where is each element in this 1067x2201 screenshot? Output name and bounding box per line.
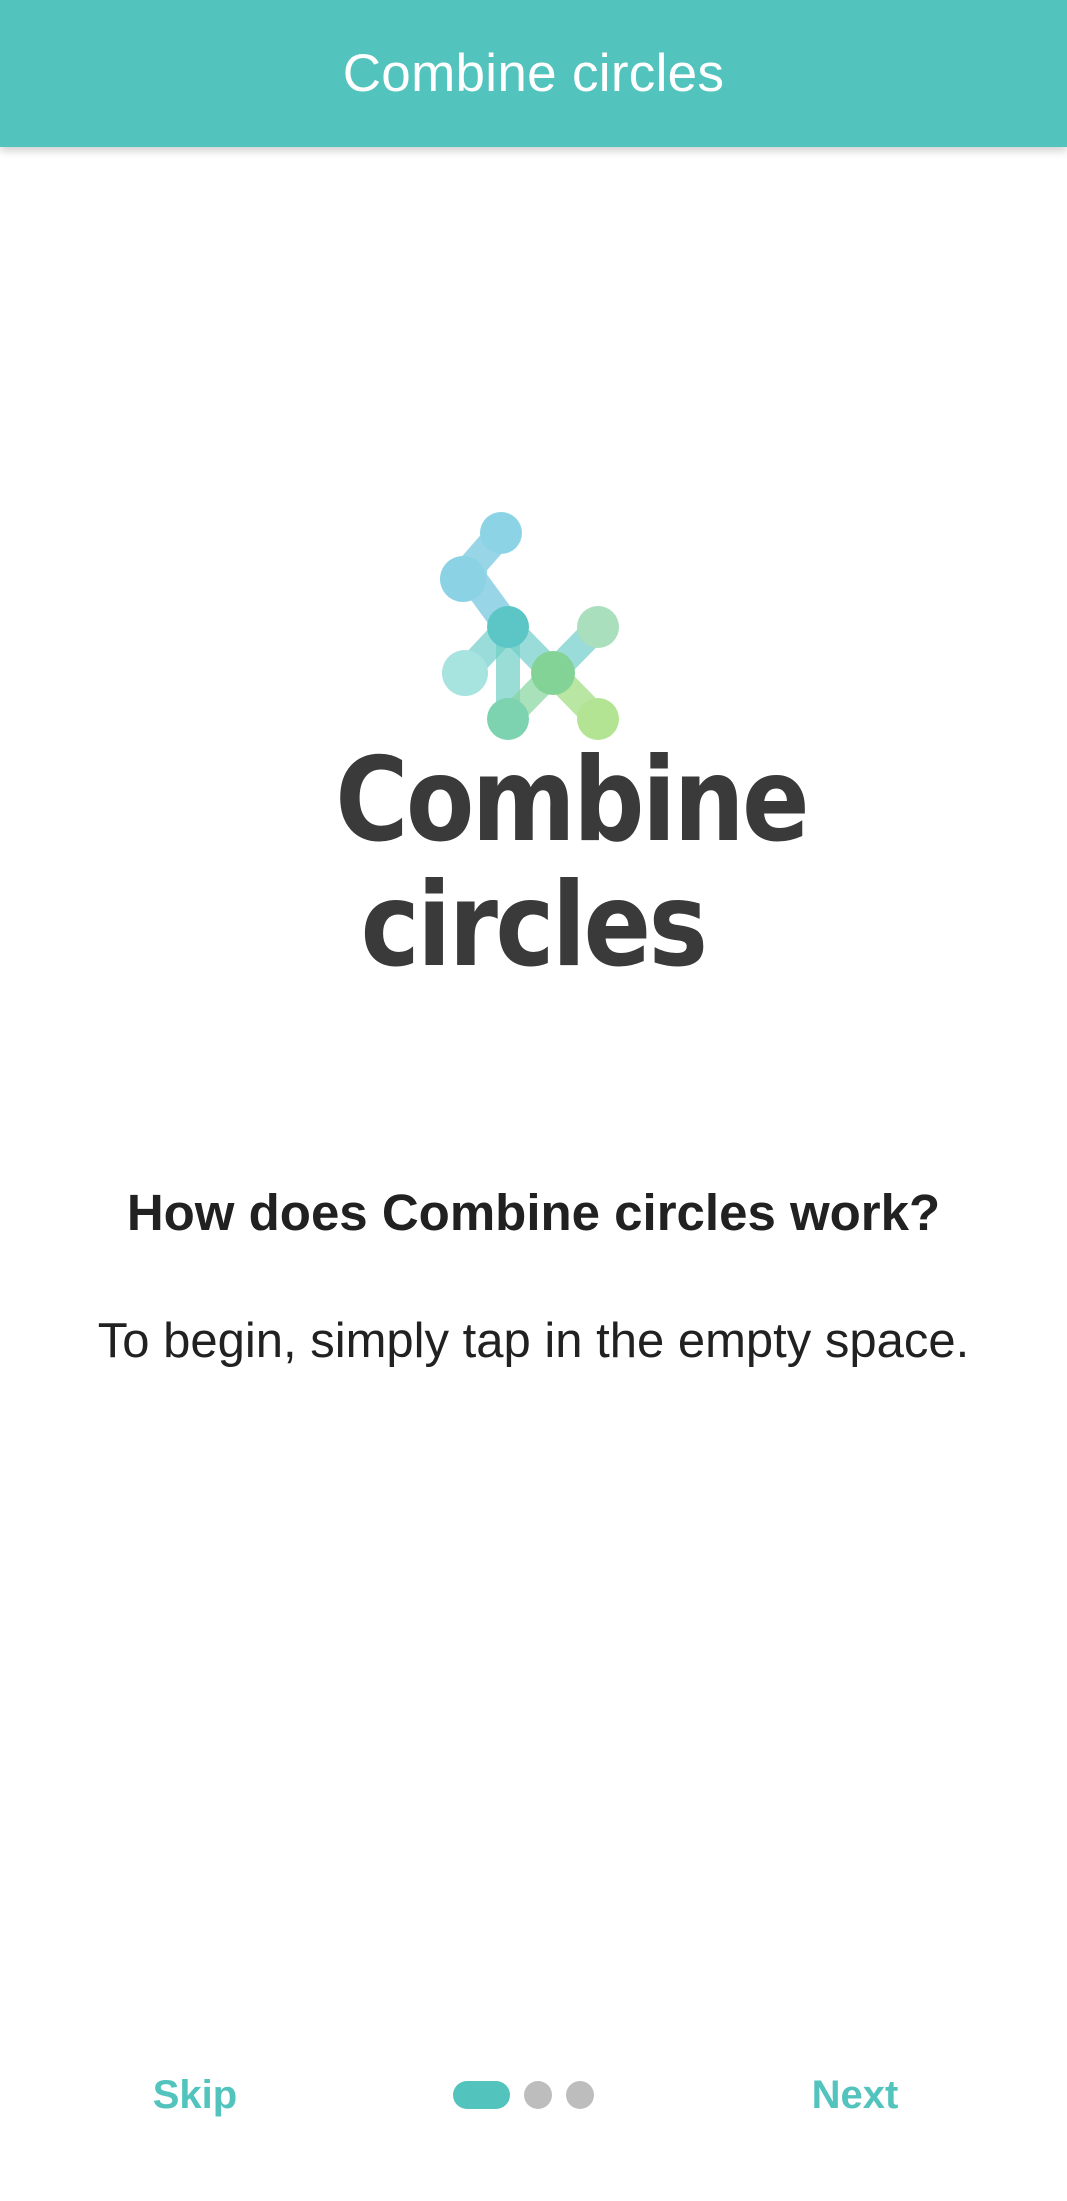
- page-dot: [566, 2081, 594, 2109]
- app-bar: Combine circles: [0, 0, 1067, 147]
- skip-button[interactable]: Skip: [120, 2055, 270, 2135]
- onboarding-screen: Combine circles Combine circles How does: [0, 0, 1067, 2201]
- onboarding-heading: How does Combine circles work?: [126, 1184, 941, 1241]
- app-logo: Combine circles: [303, 503, 810, 993]
- onboarding-description: To begin, simply tap in the empty space.: [97, 1314, 970, 1368]
- next-button[interactable]: Next: [780, 2055, 930, 2135]
- logo-wordmark-line1: Combine: [335, 733, 810, 868]
- molecule-circles-logo-icon: [440, 512, 619, 740]
- onboarding-navigation: Skip Next: [0, 2055, 1067, 2135]
- page-dot-active: [453, 2081, 510, 2109]
- logo-wordmark-line2: circles: [360, 858, 708, 993]
- page-dot: [524, 2081, 552, 2109]
- app-title: Combine circles: [342, 44, 725, 103]
- page-indicator: [453, 2081, 594, 2109]
